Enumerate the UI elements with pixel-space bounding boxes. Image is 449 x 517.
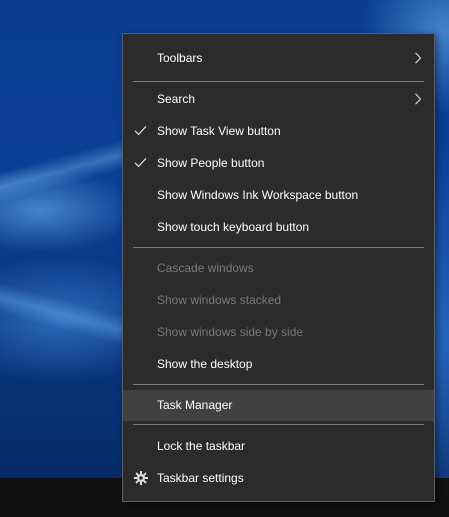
menu-item-label: Show People button (157, 156, 265, 170)
menu-item-label: Show windows side by side (157, 325, 304, 339)
menu-item-taskbar-settings[interactable]: Taskbar settings (123, 463, 434, 493)
chevron-right-icon (414, 84, 424, 114)
wallpaper-light-beam (0, 110, 130, 230)
menu-item-label: Cascade windows (157, 261, 254, 275)
wallpaper-light-beam (0, 255, 130, 375)
menu-item-show-side-by-side: Show windows side by side (123, 317, 434, 347)
menu-item-show-touch-keyboard[interactable]: Show touch keyboard button (123, 212, 434, 242)
menu-item-show-windows-stacked: Show windows stacked (123, 285, 434, 315)
menu-item-task-manager[interactable]: Task Manager (123, 390, 434, 421)
taskbar-context-menu: Toolbars Search Show Task View button Sh… (122, 33, 435, 502)
menu-item-label: Show Task View button (157, 124, 281, 138)
menu-separator (133, 384, 424, 385)
menu-item-show-desktop[interactable]: Show the desktop (123, 349, 434, 379)
menu-item-label: Task Manager (157, 398, 233, 412)
menu-item-label: Show touch keyboard button (157, 220, 310, 234)
check-icon (133, 148, 149, 178)
menu-item-show-task-view[interactable]: Show Task View button (123, 116, 434, 146)
menu-item-label: Lock the taskbar (157, 439, 246, 453)
menu-item-cascade-windows: Cascade windows (123, 253, 434, 283)
menu-separator (133, 247, 424, 248)
menu-item-label: Search (157, 92, 196, 106)
menu-item-search[interactable]: Search (123, 84, 434, 114)
chevron-right-icon (414, 43, 424, 73)
menu-separator (133, 81, 424, 82)
menu-item-toolbars[interactable]: Toolbars (123, 43, 434, 73)
menu-item-label: Show Windows Ink Workspace button (157, 188, 359, 202)
check-icon (133, 116, 149, 146)
menu-item-lock-taskbar[interactable]: Lock the taskbar (123, 431, 434, 461)
menu-item-show-people[interactable]: Show People button (123, 148, 434, 178)
menu-item-label: Show the desktop (157, 357, 253, 371)
gear-icon (133, 463, 149, 493)
menu-separator (133, 424, 424, 425)
menu-item-label: Toolbars (157, 51, 203, 65)
menu-item-label: Show windows stacked (157, 293, 282, 307)
menu-item-show-ink-workspace[interactable]: Show Windows Ink Workspace button (123, 180, 434, 210)
menu-item-label: Taskbar settings (157, 471, 244, 485)
